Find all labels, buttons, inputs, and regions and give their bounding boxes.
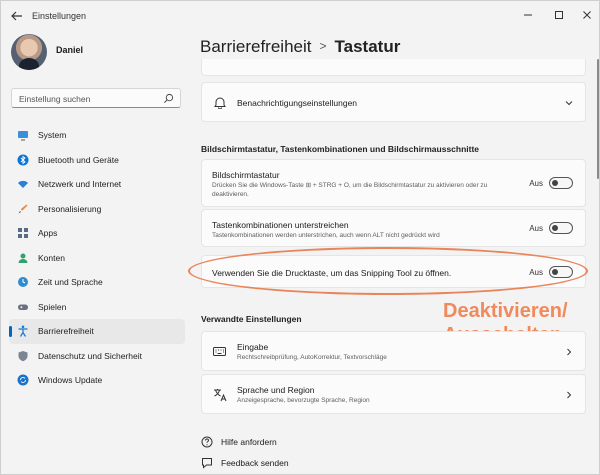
related-language-title: Sprache und Region <box>237 385 315 395</box>
settings-window: Einstellungen Daniel Einstellung suchen … <box>0 0 600 475</box>
sidebar-item-system[interactable]: System <box>9 123 185 148</box>
gamepad-icon <box>18 304 28 310</box>
chevron-right-icon <box>567 348 572 356</box>
breadcrumb-separator: > <box>319 39 327 53</box>
on-screen-keyboard-row: Bildschirmtastatur Drücken Sie die Windo… <box>201 159 586 207</box>
previous-setting-card <box>201 59 586 76</box>
sidebar-item-spielen[interactable]: Spielen <box>9 295 185 320</box>
page-title: Tastatur <box>334 37 401 56</box>
sidebar-item-label: Konten <box>38 252 65 263</box>
sidebar-item-label: Apps <box>38 228 58 239</box>
sidebar-item-label: System <box>38 130 67 141</box>
search-placeholder: Einstellung suchen <box>19 94 91 104</box>
underline-shortcuts-state: Aus <box>529 224 543 233</box>
on-screen-keyboard-title: Bildschirmtastatur <box>212 170 280 180</box>
sidebar-item-datenschutz-und-sicherheit[interactable]: Datenschutz und Sicherheit <box>9 344 185 369</box>
language-icon <box>214 389 227 402</box>
minimize-icon <box>524 14 532 16</box>
sidebar-item-personalisierung[interactable]: Personalisierung <box>9 197 185 222</box>
accessibility-icon <box>18 325 28 338</box>
on-screen-keyboard-state: Aus <box>529 179 543 188</box>
search-input[interactable]: Einstellung suchen <box>11 88 181 108</box>
help-link-label: Hilfe anfordern <box>221 437 277 447</box>
sidebar-item-label: Zeit und Sprache <box>38 277 103 288</box>
apps-icon <box>18 228 28 239</box>
help-link[interactable]: Hilfe anfordern <box>201 436 277 448</box>
app-title: Einstellungen <box>32 11 87 21</box>
sidebar-nav: System Bluetooth und Geräte Netzwerk und I… <box>9 123 185 393</box>
breadcrumb: Barrierefreiheit > Tastatur <box>200 37 400 57</box>
monitor-icon <box>18 131 28 141</box>
wifi-icon <box>18 181 28 189</box>
highlight-ellipse <box>188 247 588 295</box>
scrollbar[interactable] <box>597 59 599 179</box>
feedback-icon <box>202 458 212 469</box>
breadcrumb-parent[interactable]: Barrierefreiheit <box>200 37 312 56</box>
avatar[interactable] <box>11 34 47 70</box>
section-heading-keyboard: Bildschirmtastatur, Tastenkombinationen … <box>201 144 480 154</box>
close-button[interactable] <box>577 6 597 24</box>
underline-shortcuts-toggle[interactable] <box>549 222 573 234</box>
sidebar-item-apps[interactable]: Apps <box>9 221 185 246</box>
minimize-button[interactable] <box>518 6 538 24</box>
related-language-subtitle: Anzeigesprache, bevorzugte Sprache, Regi… <box>237 397 370 404</box>
sidebar-item-konten[interactable]: Konten <box>9 246 185 271</box>
sidebar-item-label: Barrierefreiheit <box>38 326 94 337</box>
section-heading-related: Verwandte Einstellungen <box>201 314 302 324</box>
underline-shortcuts-row: Tastenkombinationen unterstreichen Taste… <box>201 209 586 247</box>
sidebar-item-zeit-und-sprache[interactable]: Zeit und Sprache <box>9 270 185 295</box>
related-row-input[interactable]: Eingabe Rechtschreibprüfung, AutoKorrekt… <box>201 331 586 371</box>
close-icon <box>583 11 591 19</box>
sidebar-item-label: Spielen <box>38 301 67 312</box>
brush-icon <box>18 204 28 214</box>
feedback-link-label: Feedback senden <box>221 458 289 468</box>
sidebar-item-label: Bluetooth und Geräte <box>38 154 119 165</box>
sidebar-item-label: Netzwerk und Internet <box>38 179 122 190</box>
search-icon[interactable] <box>163 93 174 104</box>
notifications-settings-row[interactable]: Benachrichtigungseinstellungen <box>201 82 586 122</box>
maximize-icon <box>555 11 563 19</box>
underline-shortcuts-subtitle: Tastenkombinationen werden unterstrichen… <box>212 232 440 239</box>
back-arrow-icon[interactable] <box>9 8 25 24</box>
keyboard-icon <box>213 347 226 356</box>
user-name: Daniel <box>56 45 84 55</box>
sidebar-item-barrierefreiheit[interactable]: Barrierefreiheit <box>9 319 185 344</box>
chevron-down-icon[interactable] <box>565 99 573 107</box>
shield-icon <box>18 350 28 362</box>
related-input-title: Eingabe <box>237 342 269 352</box>
sidebar-item-label: Datenschutz und Sicherheit <box>38 350 142 361</box>
related-input-subtitle: Rechtschreibprüfung, AutoKorrektur, Text… <box>237 354 387 361</box>
on-screen-keyboard-subtitle: Drücken Sie die Windows-Taste ⊞ + STRG +… <box>212 182 488 198</box>
notifications-settings-label: Benachrichtigungseinstellungen <box>237 98 358 108</box>
person-icon <box>18 253 28 263</box>
help-icon <box>201 436 213 448</box>
title-bar: Einstellungen <box>1 1 600 31</box>
bell-icon <box>214 97 226 109</box>
related-row-language[interactable]: Sprache und Region Anzeigesprache, bevor… <box>201 374 586 414</box>
sidebar-item-label: Windows Update <box>38 375 103 386</box>
sidebar-item-label: Personalisierung <box>38 203 102 214</box>
feedback-link[interactable]: Feedback senden <box>201 457 289 469</box>
chevron-right-icon <box>567 391 572 399</box>
sidebar-item-windows-update[interactable]: Windows Update <box>9 368 185 393</box>
update-icon <box>17 374 29 386</box>
maximize-button[interactable] <box>549 6 569 24</box>
sidebar-item-netzwerk-und-internet[interactable]: Netzwerk und Internet <box>9 172 185 197</box>
sidebar-item-bluetooth-und-gerate[interactable]: Bluetooth und Geräte <box>9 148 185 173</box>
on-screen-keyboard-toggle[interactable] <box>549 177 573 189</box>
bluetooth-icon <box>17 154 29 166</box>
globe-clock-icon <box>18 277 28 288</box>
underline-shortcuts-title: Tastenkombinationen unterstreichen <box>212 220 349 230</box>
